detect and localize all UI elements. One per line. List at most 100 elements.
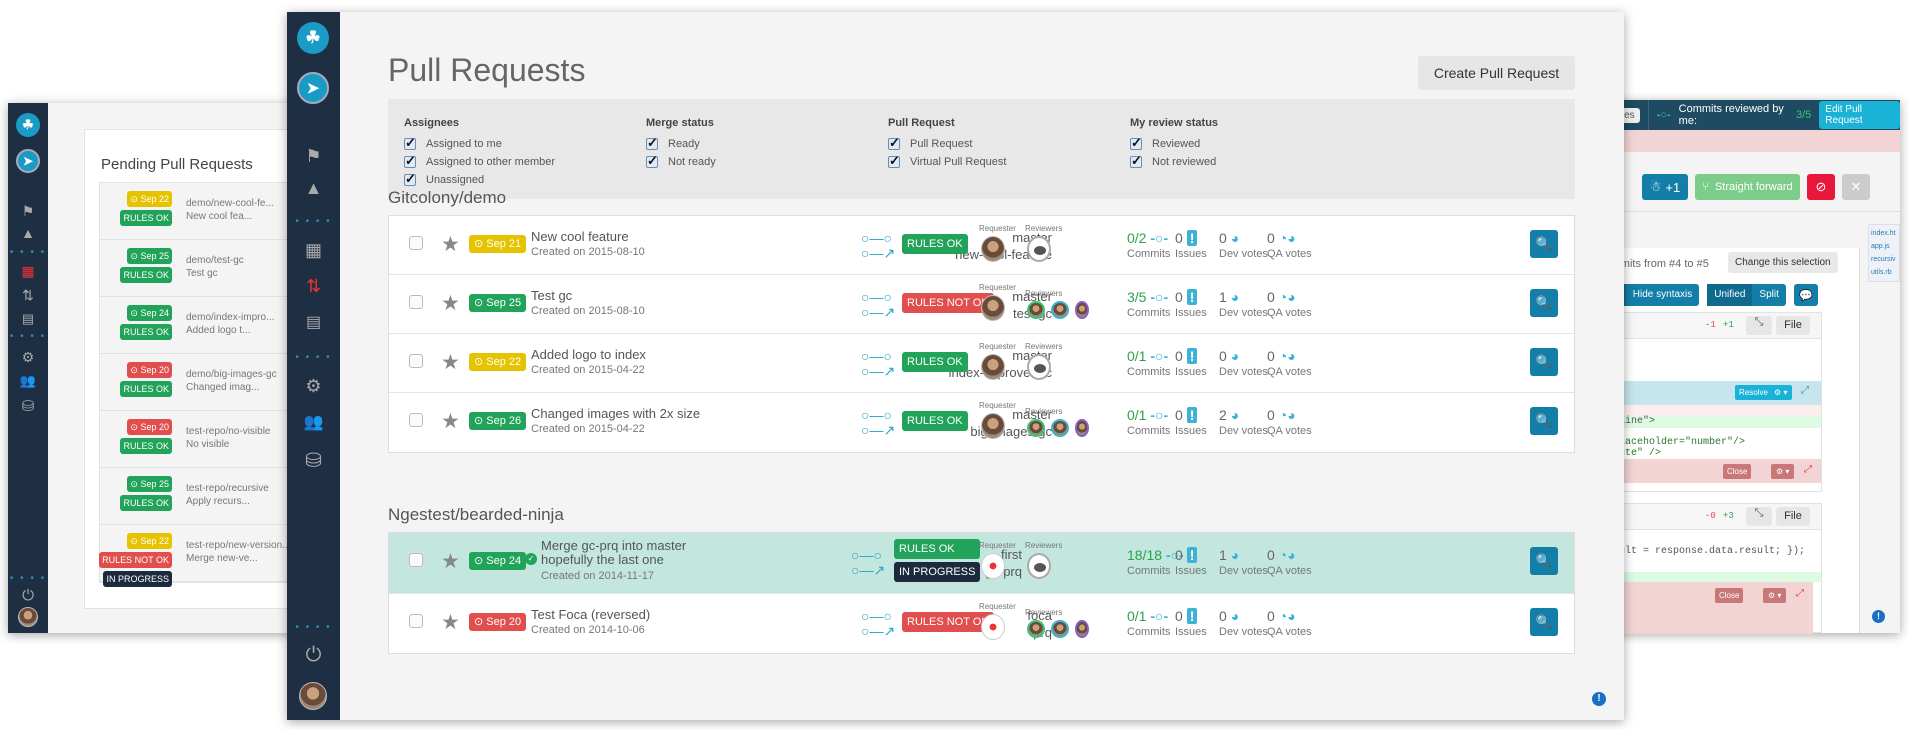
view-pull-request-button[interactable]: 🔍 — [1530, 348, 1558, 376]
star-icon[interactable]: ★ — [441, 549, 460, 574]
reviewer-avatar[interactable] — [1075, 620, 1089, 638]
requester-avatar[interactable] — [981, 413, 1005, 439]
expand-icon[interactable]: ⤢ — [1801, 385, 1809, 396]
unified-button[interactable]: Unified — [1707, 284, 1753, 306]
pending-item[interactable]: ⊙ Sep 22 RULES NOT OK IN PROGRESS test-repo… — [99, 525, 302, 587]
pull-request-row[interactable]: ★ ⊙ Sep 21 New cool feature Created on 2015… — [389, 216, 1574, 275]
filter-checkbox[interactable] — [646, 153, 658, 169]
file-link[interactable]: index.ht — [1871, 227, 1897, 240]
view-pull-request-button[interactable]: 🔍 — [1530, 230, 1558, 258]
pending-repo[interactable]: demo/new-cool-fe... — [186, 197, 274, 210]
user-avatar[interactable] — [18, 607, 38, 627]
settings-dropdown[interactable]: ⚙ ▾ — [1769, 385, 1793, 400]
pull-request-icon[interactable]: ⇅ — [287, 276, 340, 297]
reviewer-avatar[interactable] — [1027, 354, 1051, 380]
hide-syntax-button[interactable]: Hide syntaxis — [1626, 284, 1699, 306]
reviewer-avatar[interactable] — [1075, 419, 1089, 437]
row-checkbox[interactable] — [409, 614, 423, 628]
change-selection-button[interactable]: Change this selection — [1728, 252, 1838, 273]
reviewer-avatar[interactable] — [1027, 553, 1051, 579]
reject-icon[interactable]: ⊘ — [1807, 174, 1835, 200]
filter-option[interactable]: Virtual Pull Request — [888, 153, 1006, 171]
resolve-button[interactable]: Resolve — [1735, 385, 1772, 400]
close-thread-button[interactable]: Close — [1723, 464, 1752, 479]
file-link[interactable]: utils.rb — [1871, 266, 1897, 279]
gitcolony-logo-icon[interactable]: ➤ — [16, 149, 40, 173]
info-icon[interactable]: ! — [1872, 610, 1885, 623]
pending-item[interactable]: ⊙ Sep 25 RULES OK demo/test-gc Test gc — [100, 240, 302, 297]
ant-logo-icon[interactable]: ☘ — [297, 22, 329, 54]
row-checkbox[interactable] — [409, 553, 423, 567]
filter-option[interactable]: Not ready — [646, 153, 716, 171]
star-icon[interactable]: ★ — [441, 409, 460, 434]
split-button[interactable]: Split — [1752, 284, 1785, 306]
filter-checkbox[interactable] — [404, 135, 416, 151]
filter-option[interactable]: Unassigned — [404, 171, 555, 189]
filter-checkbox[interactable] — [888, 135, 900, 151]
pending-repo[interactable]: demo/index-impro... — [186, 311, 274, 324]
pull-request-row[interactable]: ★ ⊙ Sep 22 Added logo to index Created on 2… — [389, 334, 1574, 393]
edit-pull-request-button[interactable]: Edit Pull Request — [1819, 101, 1900, 129]
team-icon[interactable]: 👥 — [287, 412, 340, 432]
ranking-icon[interactable]: ▤ — [287, 312, 340, 332]
pull-request-icon[interactable]: ⇅ — [8, 287, 48, 304]
pending-item[interactable]: ⊙ Sep 20 RULES OK demo/big-images-gc Change… — [100, 354, 302, 411]
requester-avatar[interactable] — [981, 295, 1005, 321]
pending-item[interactable]: ⊙ Sep 25 RULES OK test-repo/recursive Apply… — [100, 468, 302, 525]
filter-option[interactable]: Reviewed — [1130, 135, 1218, 153]
view-pull-request-button[interactable]: 🔍 — [1530, 608, 1558, 636]
requester-avatar[interactable] — [981, 553, 1005, 579]
filter-option[interactable]: Assigned to other member — [404, 153, 555, 171]
power-icon[interactable]: ⏻ — [8, 587, 48, 604]
reviewer-avatar[interactable] — [1027, 620, 1045, 638]
view-file-button[interactable]: File — [1776, 507, 1810, 526]
flag-icon[interactable]: ⚑ — [8, 203, 48, 220]
pending-item[interactable]: ⊙ Sep 22 RULES OK demo/new-cool-fe... New c… — [100, 183, 302, 240]
view-pull-request-button[interactable]: 🔍 — [1530, 407, 1558, 435]
comment-icon[interactable]: 💬 — [1793, 284, 1818, 306]
pull-request-row[interactable]: ★ ⊙ Sep 25 Test gc Created on 2015-08-10 mas… — [389, 275, 1574, 334]
power-icon[interactable]: ⏻ — [287, 644, 340, 667]
star-icon[interactable]: ★ — [441, 232, 460, 257]
pr-title[interactable]: Test Foca (reversed) — [531, 607, 650, 622]
row-checkbox[interactable] — [409, 295, 423, 309]
pr-title[interactable]: Changed images with 2x size — [531, 406, 700, 421]
gitcolony-logo-icon[interactable]: ➤ — [297, 72, 329, 104]
pending-repo[interactable]: test-repo/recursive — [186, 482, 269, 495]
file-link[interactable]: recursiv — [1871, 253, 1897, 266]
collapse-icon[interactable]: ⤡ — [1746, 507, 1772, 526]
database-icon[interactable]: ⛁ — [287, 448, 340, 473]
gear-icon[interactable]: ⚙ — [8, 349, 48, 366]
ant-logo-icon[interactable]: ☘ — [16, 113, 40, 137]
star-icon[interactable]: ★ — [441, 350, 460, 375]
reviewer-avatar[interactable] — [1051, 620, 1069, 638]
filter-option[interactable]: Ready — [646, 135, 716, 153]
view-pull-request-button[interactable]: 🔍 — [1530, 289, 1558, 317]
pending-repo[interactable]: demo/test-gc — [186, 254, 244, 267]
filter-checkbox[interactable] — [888, 153, 900, 169]
filter-checkbox[interactable] — [646, 135, 658, 151]
view-file-button[interactable]: File — [1776, 316, 1810, 335]
reviewer-avatar[interactable] — [1027, 301, 1045, 319]
pr-title[interactable]: New cool feature — [531, 229, 629, 244]
qa-vote-button[interactable]: ☃ +1 — [1642, 174, 1688, 200]
pull-request-row[interactable]: ★ ⊙ Sep 20 Test Foca (reversed) Created on … — [389, 594, 1574, 653]
filter-checkbox[interactable] — [404, 171, 416, 187]
requester-avatar[interactable] — [981, 236, 1005, 262]
expand-icon[interactable]: ⤢ — [1804, 464, 1812, 475]
pending-item[interactable]: ⊙ Sep 24 RULES OK demo/index-impro... Added… — [100, 297, 302, 354]
pending-repo[interactable]: test-repo/new-version... — [186, 539, 291, 552]
gear-icon[interactable]: ⚙ — [287, 376, 340, 397]
settings-dropdown[interactable]: ⚙ ▾ — [1763, 588, 1787, 603]
database-icon[interactable]: ⛁ — [8, 397, 48, 415]
reviewer-avatar[interactable] — [1027, 419, 1045, 437]
close-thread-button[interactable]: Close — [1715, 588, 1744, 603]
dashboard-icon[interactable]: ▦ — [287, 240, 340, 261]
star-icon[interactable]: ★ — [441, 291, 460, 316]
pending-repo[interactable]: test-repo/no-visible — [186, 425, 270, 438]
star-icon[interactable]: ★ — [441, 610, 460, 635]
reviewer-avatar[interactable] — [1075, 301, 1089, 319]
expand-icon[interactable]: ⤢ — [1796, 588, 1804, 599]
file-link[interactable]: app.js — [1871, 240, 1897, 253]
row-checkbox[interactable] — [409, 354, 423, 368]
